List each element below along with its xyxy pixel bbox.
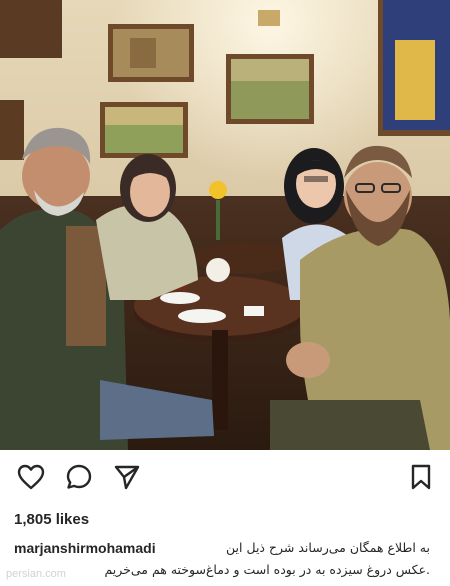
- post-actions-bar: [0, 462, 450, 498]
- heart-icon[interactable]: [16, 462, 46, 492]
- post-photo[interactable]: [0, 0, 450, 450]
- comment-bubble-icon[interactable]: [64, 462, 94, 492]
- instagram-post: 1,805 likes marjanshirmohamadi به اطلاع …: [0, 0, 450, 586]
- post-username[interactable]: marjanshirmohamadi: [14, 538, 156, 558]
- paper-plane-icon[interactable]: [112, 462, 142, 492]
- watermark-text: persian.com: [6, 568, 66, 580]
- caption-text-line-1: به اطلاع همگان می‌رساند شرح ذیل این: [226, 540, 430, 555]
- likes-count[interactable]: 1,805 likes: [14, 511, 89, 528]
- bookmark-icon[interactable]: [406, 462, 436, 492]
- caption-text-line-2: .عکس دروغ سیزده به در بوده است و دماغ‌سو…: [104, 562, 430, 577]
- post-photo-illustration: [0, 0, 450, 450]
